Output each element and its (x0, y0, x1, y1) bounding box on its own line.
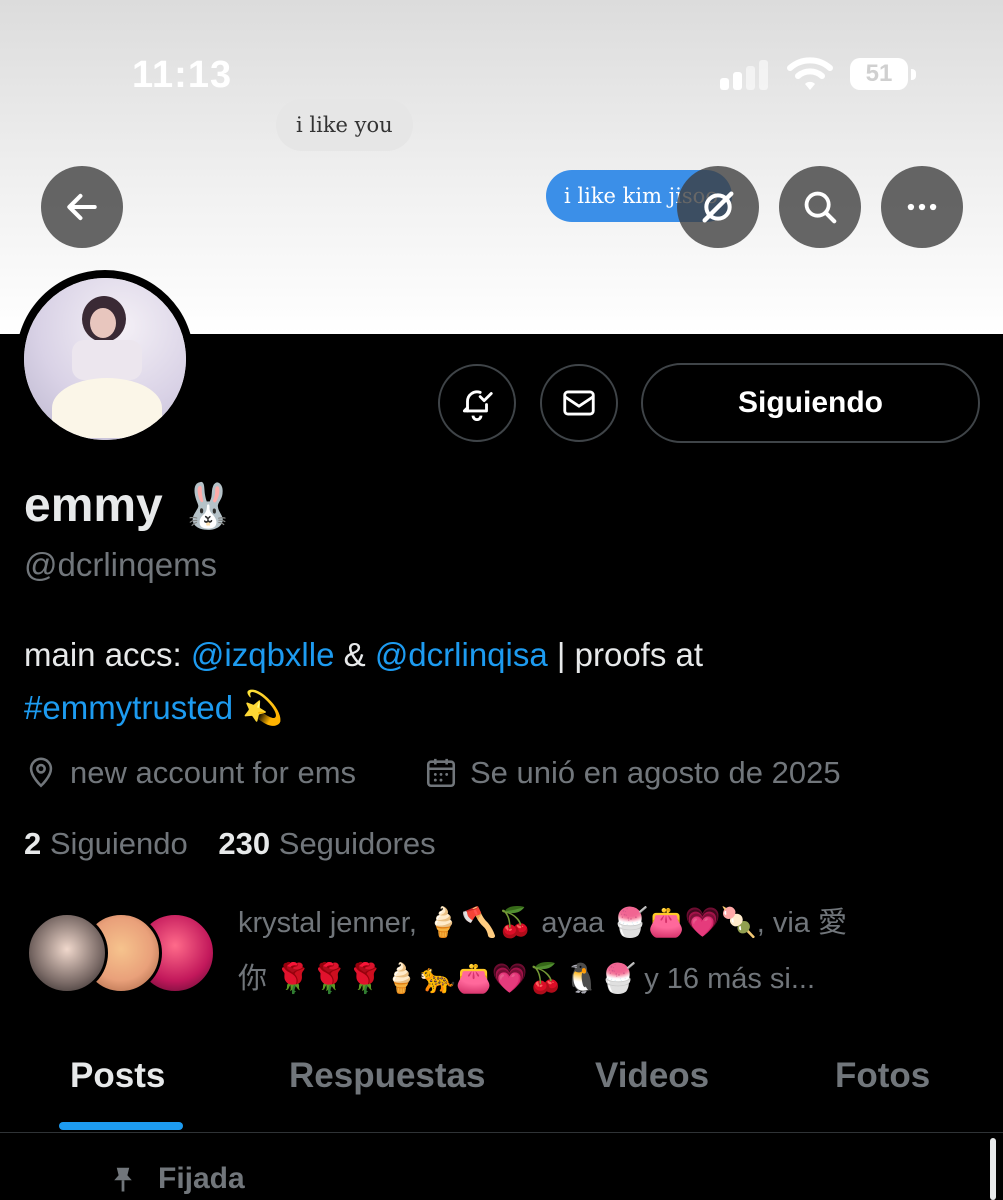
bio-ampersand: & (334, 636, 375, 673)
profile-name-text: emmy (24, 479, 163, 532)
bio-suffix: 💫 (233, 689, 284, 726)
message-button[interactable] (540, 364, 618, 442)
grok-icon (702, 191, 734, 223)
location-pin-icon (29, 757, 53, 788)
following-button[interactable]: Siguiendo (641, 363, 980, 443)
bio-hashtag-link[interactable]: #emmytrusted (24, 689, 233, 726)
followers-you-know-avatars[interactable] (26, 912, 216, 996)
more-options-button[interactable] (881, 166, 963, 248)
rabbit-emoji-icon: 🐰 (180, 481, 236, 531)
tab-photos[interactable]: Fotos (835, 1056, 930, 1096)
avatar-photo (24, 278, 186, 440)
tab-videos[interactable]: Videos (595, 1056, 709, 1096)
followed-by-line: 你 🌹🌹🌹🍦🐆👛💗🍒🐧🍧 y 16 más si... (238, 963, 816, 995)
bio-mention-link[interactable]: @izqbxlle (191, 636, 335, 673)
profile-bio: main accs: @izqbxlle & @dcrlinqisa | pro… (24, 628, 984, 734)
profile-location: new account for ems (24, 752, 356, 794)
profile-avatar[interactable] (16, 270, 194, 448)
bell-check-icon (462, 390, 493, 422)
pinned-post-header: Fijada (108, 1162, 245, 1196)
envelope-icon (563, 390, 595, 416)
followers-count: 230 (218, 826, 271, 861)
follower-avatar (26, 912, 108, 994)
tab-replies[interactable]: Respuestas (289, 1056, 485, 1096)
cellular-signal-icon (720, 60, 770, 90)
pinned-label: Fijada (158, 1162, 245, 1195)
scrollbar[interactable] (990, 1138, 996, 1200)
more-horizontal-icon (907, 203, 937, 211)
active-tab-indicator (59, 1122, 183, 1130)
followers-label: Seguidores (278, 826, 436, 861)
search-button[interactable] (779, 166, 861, 248)
joined-text: Se unió en agosto de 2025 (470, 755, 841, 790)
pin-icon (114, 1167, 132, 1192)
profile-stats: 2 Siguiendo 230 Seguidores (24, 826, 436, 862)
search-icon (804, 191, 837, 224)
followers-stat[interactable]: 230 Seguidores (218, 826, 435, 861)
status-time: 11:13 (132, 54, 233, 96)
bio-prefix: main accs: (24, 636, 191, 673)
banner-bubble-grey: i like you (276, 99, 413, 151)
profile-tabs: Posts Respuestas Videos Fotos (0, 1040, 1003, 1133)
grok-button[interactable] (677, 166, 759, 248)
following-stat[interactable]: 2 Siguiendo (24, 826, 188, 861)
bio-middle: | proofs at (547, 636, 704, 673)
back-button[interactable] (41, 166, 123, 248)
profile-joined-date: Se unió en agosto de 2025 (424, 752, 841, 794)
notifications-button[interactable] (438, 364, 516, 442)
arrow-left-icon (67, 193, 97, 221)
following-count: 2 (24, 826, 42, 861)
followers-you-know-text[interactable]: krystal jenner, 🍦🪓🍒 ayaa 🍧👛💗🍡, via 愛 你 🌹… (238, 895, 983, 1007)
following-label: Siguiendo (49, 826, 188, 861)
location-text: new account for ems (70, 755, 357, 790)
wifi-icon (787, 57, 833, 90)
bio-mention-link[interactable]: @dcrlinqisa (375, 636, 548, 673)
tab-posts[interactable]: Posts (70, 1056, 165, 1096)
followed-by-line: krystal jenner, 🍦🪓🍒 ayaa 🍧👛💗🍡, via 愛 (238, 907, 847, 939)
profile-name: emmy 🐰 (24, 478, 236, 533)
calendar-icon (426, 758, 456, 788)
battery-indicator: 51 (850, 58, 916, 90)
profile-handle: @dcrlinqems (24, 546, 218, 583)
